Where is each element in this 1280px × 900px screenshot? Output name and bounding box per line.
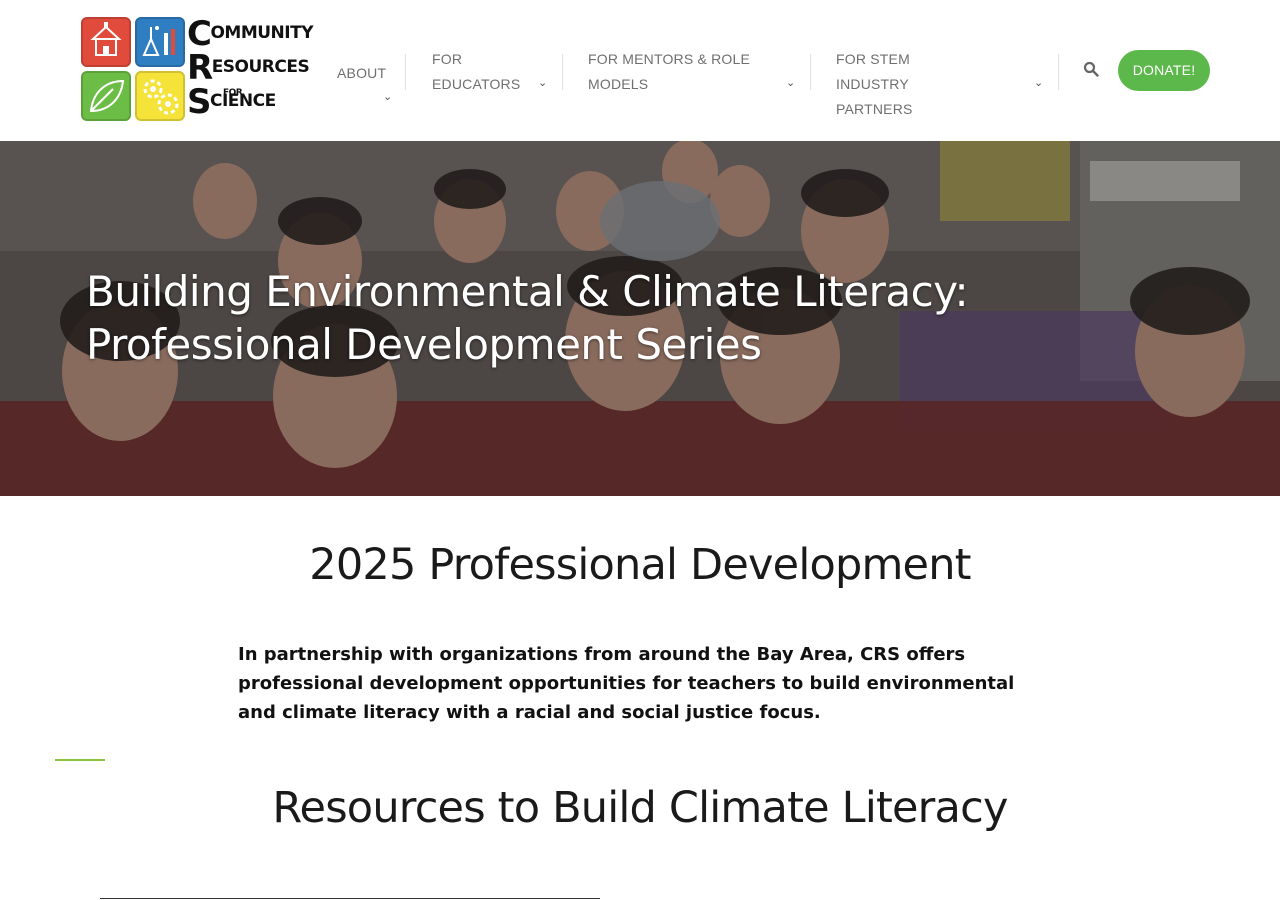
pd-heading: 2025 Professional Development — [309, 540, 971, 590]
nav-item-about[interactable]: ABOUT ⌄ — [337, 47, 397, 103]
hero-title: Building Environmental & Climate Literac… — [86, 267, 969, 369]
nav-divider — [405, 54, 406, 90]
chevron-down-icon: ⌄ — [786, 77, 796, 89]
chevron-down-icon: ⌄ — [1034, 77, 1044, 89]
content-rule — [100, 898, 600, 899]
donate-button[interactable]: DONATE! — [1118, 50, 1210, 91]
site-header: COMMUNITY RESOURCES SCIENCE FOR ABOUT ⌄ … — [0, 0, 1280, 141]
chevron-down-icon: ⌄ — [538, 77, 548, 89]
nav-item-label: FOR MENTORS & ROLE MODELS — [588, 51, 751, 92]
pd-intro-text: In partnership with organizations from a… — [238, 644, 1015, 723]
nav-item-for-stem-partners[interactable]: FOR STEM INDUSTRY PARTNERS ⌄ — [836, 47, 1048, 117]
nav-item-label: FOR EDUCATORS — [432, 51, 521, 92]
nav-item-for-mentors[interactable]: FOR MENTORS & ROLE MODELS ⌄ — [588, 47, 800, 99]
nav-divider — [562, 54, 563, 90]
hero-banner: Building Environmental & Climate Literac… — [0, 141, 1280, 496]
section-divider — [55, 759, 105, 761]
nav-item-label: FOR STEM INDUSTRY PARTNERS — [836, 51, 913, 117]
nav-item-for-educators[interactable]: FOR EDUCATORS ⌄ — [432, 47, 552, 99]
resources-heading: Resources to Build Climate Literacy — [272, 783, 1008, 833]
nav-divider — [810, 54, 811, 90]
nav-divider — [1058, 54, 1059, 90]
chevron-down-icon: ⌄ — [383, 91, 393, 103]
search-icon[interactable] — [1083, 61, 1099, 77]
